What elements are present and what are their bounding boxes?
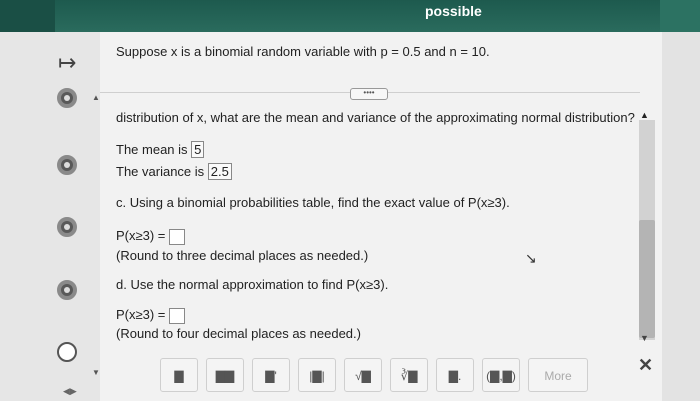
absolute-value-button[interactable]: |▇| bbox=[298, 358, 336, 392]
square-root-button[interactable]: √▇ bbox=[344, 358, 382, 392]
points-label: possible bbox=[425, 3, 482, 19]
radio-option-5[interactable] bbox=[57, 342, 77, 362]
answer-choice-column bbox=[0, 32, 100, 401]
ordered-pair-button[interactable]: (▇,▇) bbox=[482, 358, 520, 392]
mean-row: The mean is 5 bbox=[116, 141, 205, 158]
mean-value: 5 bbox=[191, 141, 205, 158]
nav-arrows-icon[interactable]: ◀▶ bbox=[63, 386, 77, 397]
part-c-hint: (Round to three decimal places as needed… bbox=[116, 248, 369, 263]
part-d-answer-input[interactable] bbox=[169, 307, 186, 324]
variance-value: 2.5 bbox=[207, 163, 232, 180]
part-c-answer-input[interactable] bbox=[169, 228, 186, 245]
radio-option-2[interactable] bbox=[57, 155, 77, 175]
right-panel bbox=[662, 32, 700, 401]
question-intro: Suppose x is a binomial random variable … bbox=[116, 44, 490, 59]
mean-label: The mean is bbox=[116, 142, 188, 157]
scroll-down-icon[interactable]: ▼ bbox=[640, 333, 649, 343]
caret-up-icon: ▲ bbox=[92, 93, 100, 102]
part-c-prompt: c. Using a binomial probabilities table,… bbox=[116, 195, 510, 210]
top-bar-right-edge bbox=[660, 0, 700, 32]
radio-option-1[interactable] bbox=[57, 88, 77, 108]
part-d-answer-row: P(x≥3) = bbox=[116, 307, 186, 324]
scroll-up-icon[interactable]: ▲ bbox=[640, 110, 649, 120]
part-d-answer-label: P(x≥3) = bbox=[116, 307, 166, 322]
nth-root-button[interactable]: ∛▇ bbox=[390, 358, 428, 392]
fraction-button[interactable]: ▇ bbox=[160, 358, 198, 392]
variance-label: The variance is bbox=[116, 164, 205, 179]
exponent-button[interactable]: ▇' bbox=[252, 358, 290, 392]
variance-row: The variance is 2.5 bbox=[116, 163, 232, 180]
caret-down-icon: ▼ bbox=[92, 368, 100, 377]
radio-option-4[interactable] bbox=[57, 280, 77, 300]
close-icon[interactable]: ✕ bbox=[638, 355, 653, 376]
mixed-number-button[interactable]: ▇▇ bbox=[206, 358, 244, 392]
scrollbar-thumb[interactable] bbox=[639, 220, 655, 338]
top-bar: possible bbox=[0, 0, 700, 32]
part-b-prompt: distribution of x, what are the mean and… bbox=[116, 110, 635, 125]
radio-option-3[interactable] bbox=[57, 217, 77, 237]
part-d-hint: (Round to four decimal places as needed.… bbox=[116, 326, 361, 341]
decimal-button[interactable]: ▇. bbox=[436, 358, 474, 392]
top-bar-left-tab bbox=[0, 0, 55, 32]
arrow-right-icon[interactable]: ↦ bbox=[58, 50, 76, 76]
more-button[interactable]: More bbox=[528, 358, 588, 392]
part-d-prompt: d. Use the normal approximation to find … bbox=[116, 277, 389, 292]
part-c-answer-label: P(x≥3) = bbox=[116, 228, 166, 243]
mouse-cursor-icon: ↘ bbox=[525, 250, 537, 266]
part-c-answer-row: P(x≥3) = bbox=[116, 228, 186, 245]
scrollbar[interactable]: ▼ bbox=[636, 120, 658, 343]
expand-button[interactable]: •••• bbox=[350, 88, 388, 100]
